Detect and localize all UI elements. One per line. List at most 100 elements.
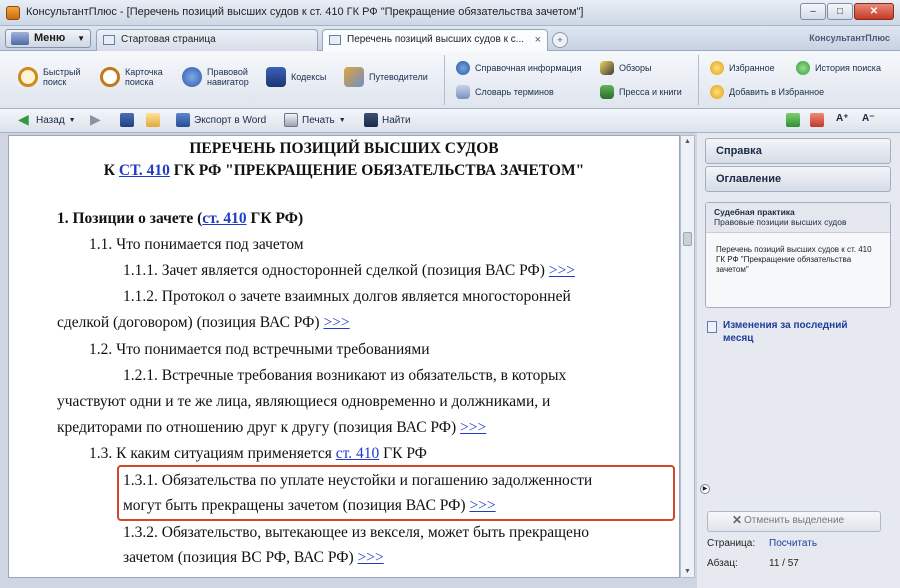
- scroll-up-icon[interactable]: ▲: [684, 138, 691, 145]
- court-practice-text: Перечень позиций высших судов к ст. 410 …: [716, 245, 872, 274]
- add-favorites-label: Добавить в Избранное: [729, 87, 825, 97]
- ribbon-divider: [698, 55, 699, 105]
- more-link[interactable]: >>>: [460, 419, 486, 436]
- tab-start-page[interactable]: Стартовая страница: [96, 29, 318, 51]
- word-icon: [176, 113, 190, 127]
- favorites-button[interactable]: Избранное: [710, 61, 775, 75]
- right-panel: ▶ Справка Оглавление Судебная практика П…: [697, 133, 900, 588]
- article-410-link[interactable]: СТ. 410: [119, 162, 170, 179]
- font-decrease-icon: A⁻: [862, 113, 875, 124]
- section-1-2-1-line1: 1.2.1. Встречные требования возникают из…: [123, 367, 567, 384]
- more-link[interactable]: >>>: [323, 314, 349, 331]
- codes-label: Кодексы: [291, 72, 327, 82]
- find-button[interactable]: Найти: [364, 113, 411, 127]
- codes-button[interactable]: Кодексы: [266, 67, 326, 87]
- remove-bookmark-button[interactable]: [810, 113, 824, 127]
- favorites-label: Избранное: [729, 63, 775, 73]
- close-button[interactable]: ✕: [854, 3, 894, 20]
- print-button[interactable]: Печать ▼: [284, 113, 346, 127]
- more-link[interactable]: >>>: [549, 262, 575, 279]
- legal-navigator-button[interactable]: Правовой навигатор: [182, 67, 259, 87]
- doc-title-suffix: ГК РФ "ПРЕКРАЩЕНИЕ ОБЯЗАТЕЛЬСТВА ЗАЧЕТОМ…: [169, 162, 585, 179]
- article-410-link[interactable]: ст. 410: [336, 445, 380, 462]
- tab-bar: Меню ▼ Стартовая страница Перечень позиц…: [0, 26, 900, 51]
- section-1-3: 1.3. К каким ситуациям применяется ст. 4…: [89, 445, 427, 463]
- chevron-down-icon: ▼: [338, 116, 346, 124]
- export-word-button[interactable]: Экспорт в Word: [176, 113, 266, 127]
- maximize-button[interactable]: □: [827, 3, 853, 20]
- back-label: Назад: [36, 114, 65, 126]
- section-1-prefix: 1. Позиции о зачете (: [57, 210, 203, 227]
- section-1-heading: 1. Позиции о зачете (ст. 410 ГК РФ): [57, 210, 303, 228]
- minimize-button[interactable]: –: [800, 3, 826, 20]
- reference-info-button[interactable]: Справочная информация: [456, 61, 582, 75]
- font-decrease-button[interactable]: A⁻: [862, 113, 875, 124]
- tab-document[interactable]: Перечень позиций высших судов к с... ×: [322, 29, 548, 51]
- section-1-2-1-line2: участвуют одни и те же лица, являющиеся …: [57, 393, 551, 410]
- count-pages-link[interactable]: Посчитать: [769, 538, 817, 549]
- pen-icon: [600, 61, 614, 75]
- doc-title-line2: К СТ. 410 ГК РФ "ПРЕКРАЩЕНИЕ ОБЯЗАТЕЛЬСТ…: [9, 162, 679, 180]
- more-link[interactable]: >>>: [358, 549, 384, 566]
- directories-button[interactable]: Путеводители: [344, 67, 428, 87]
- page-label: Страница:: [707, 538, 756, 549]
- section-1-3-prefix: 1.3. К каким ситуациям применяется: [89, 445, 336, 462]
- folder-button[interactable]: [146, 113, 160, 127]
- collapse-arrow-icon[interactable]: ▶: [700, 484, 710, 494]
- tab-label: Перечень позиций высших судов к с...: [347, 34, 525, 45]
- new-tab-button[interactable]: +: [552, 32, 568, 48]
- bookmark-button[interactable]: [786, 113, 800, 127]
- help-button[interactable]: Справка: [705, 138, 891, 164]
- back-arrow-icon: ◀: [18, 111, 29, 127]
- press-label: Пресса и книги: [619, 87, 682, 97]
- article-410-link[interactable]: ст. 410: [202, 210, 246, 227]
- tab-label: Стартовая страница: [121, 34, 216, 45]
- dictionary-icon: [456, 85, 470, 99]
- search-card-icon: [100, 67, 120, 87]
- court-practice-box[interactable]: Судебная практика Правовые позиции высши…: [705, 202, 891, 308]
- save-button[interactable]: [120, 113, 134, 127]
- document-scrollbar[interactable]: ▲ ▼: [680, 135, 695, 578]
- back-button[interactable]: ◀ Назад ▼: [18, 111, 76, 127]
- clock-icon: [796, 61, 810, 75]
- binoculars-icon: [364, 113, 378, 127]
- magnifier-icon: [18, 67, 38, 87]
- search-history-button[interactable]: История поиска: [796, 61, 881, 75]
- forms-button[interactable]: Обзоры: [600, 61, 651, 75]
- close-tab-icon[interactable]: ×: [535, 30, 541, 50]
- document-toolbar: ◀ Назад ▼ ▶ Экспорт в Word Печать ▼ Найт…: [0, 109, 900, 133]
- more-link[interactable]: >>>: [469, 497, 495, 514]
- section-1-3-2-line1: 1.3.2. Обязательство, вытекающее из векс…: [123, 524, 589, 541]
- remove-icon: [810, 113, 824, 127]
- font-increase-button[interactable]: A⁺: [836, 113, 849, 124]
- card-search-button[interactable]: Карточка поиска: [100, 67, 171, 87]
- ribbon-divider: [444, 55, 445, 105]
- bookmark-icon: [786, 113, 800, 127]
- star-icon: [710, 61, 724, 75]
- add-favorites-button[interactable]: Добавить в Избранное: [710, 85, 824, 99]
- close-icon: ✕: [732, 513, 743, 527]
- recent-changes-link[interactable]: Изменения за последний месяц: [707, 319, 873, 345]
- section-1-2-1-text: кредиторами по отношению друг к другу (п…: [57, 419, 461, 436]
- reference-info-label: Справочная информация: [475, 63, 582, 73]
- menu-button[interactable]: Меню ▼: [5, 29, 91, 48]
- window-controls: – □ ✕: [800, 3, 894, 20]
- quick-search-button[interactable]: Быстрый поиск: [18, 67, 87, 87]
- section-1-3-1-line1: 1.3.1. Обязательства по уплате неустойки…: [123, 472, 593, 489]
- search-history-label: История поиска: [815, 63, 881, 73]
- forward-button[interactable]: ▶: [90, 112, 104, 127]
- recent-changes-label: Изменения за последний месяц: [723, 320, 848, 344]
- section-1-3-suffix: ГК РФ: [379, 445, 427, 462]
- card-search-label: Карточка поиска: [125, 67, 163, 87]
- export-word-label: Экспорт в Word: [194, 114, 267, 126]
- press-button[interactable]: Пресса и книги: [600, 85, 682, 99]
- folder-icon: [146, 113, 160, 127]
- paragraph-info: Абзац: 11 / 57: [707, 558, 799, 569]
- scrollbar-thumb[interactable]: [683, 232, 692, 246]
- term-dictionary-button[interactable]: Словарь терминов: [456, 85, 554, 99]
- scroll-down-icon[interactable]: ▼: [684, 568, 691, 575]
- contents-button[interactable]: Оглавление: [705, 166, 891, 192]
- cancel-selection-button[interactable]: ✕ Отменить выделение: [707, 511, 881, 532]
- doc-title-line1: ПЕРЕЧЕНЬ ПОЗИЦИЙ ВЫСШИХ СУДОВ: [189, 140, 499, 157]
- page-info: Страница: Посчитать: [707, 538, 817, 549]
